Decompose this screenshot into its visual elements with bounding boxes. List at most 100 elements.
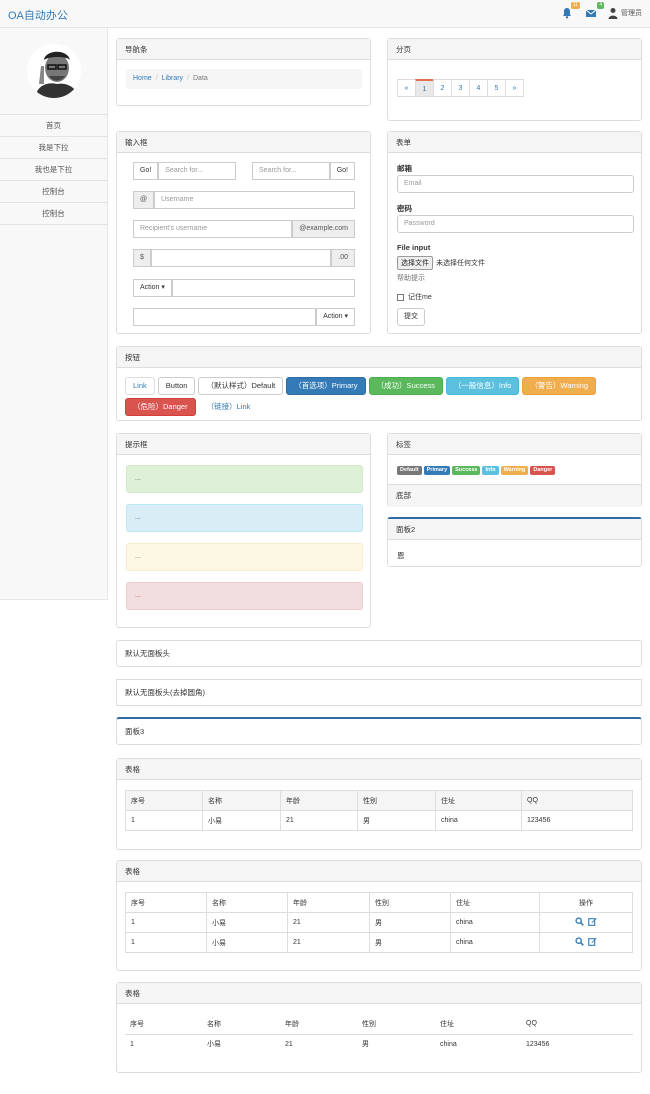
search-icon[interactable]: [575, 937, 584, 946]
button-row: Link Button （默认样式）Default （首选项）Primary （…: [125, 377, 625, 416]
breadcrumb-library[interactable]: Library: [162, 75, 183, 82]
breadcrumb: Home / Library / Data: [126, 69, 362, 89]
info-button[interactable]: （一般信息）Info: [445, 377, 520, 395]
panel-title: 提示框: [117, 434, 370, 455]
breadcrumb-home[interactable]: Home: [133, 75, 152, 82]
primary-button[interactable]: （首选项）Primary: [286, 377, 366, 395]
action-group-right: Action ▾: [133, 308, 355, 326]
panel-title: 输入框: [117, 132, 370, 153]
sidebar-menu: 首页 我是下拉 我也是下拉 控制台 控制台: [0, 114, 107, 225]
link-style-button[interactable]: （链接）Link: [199, 398, 259, 416]
page-1[interactable]: 1: [415, 79, 434, 97]
search-input-left[interactable]: Search for...: [158, 162, 236, 180]
cell: china: [450, 912, 540, 933]
search-icon[interactable]: [575, 917, 584, 926]
link-button[interactable]: Link: [125, 377, 155, 395]
panel-footer: 底部: [388, 484, 641, 507]
table-header-row: 序号 名称 年龄 性别 住址 QQ: [125, 1014, 633, 1035]
panel-title: 按钮: [117, 347, 641, 368]
page-3[interactable]: 3: [451, 79, 470, 97]
panel-title: 表格: [117, 759, 641, 780]
cell: 123456: [521, 810, 633, 831]
breadcrumb-panel: 导航条 Home / Library / Data: [116, 38, 371, 106]
labels-panel: 标签 Default Primary Success Info Warning …: [387, 433, 642, 507]
sidebar-item-dropdown-1[interactable]: 我是下拉: [0, 137, 107, 159]
go-button-right[interactable]: Go!: [329, 162, 355, 180]
cell: 1: [125, 932, 207, 953]
cell: 1: [125, 912, 207, 933]
user-menu[interactable]: 管理员: [608, 7, 642, 19]
brand-logo[interactable]: OA自动办公: [8, 7, 68, 23]
success-button[interactable]: （成功）Success: [368, 377, 443, 395]
sidebar-item-dropdown-2[interactable]: 我也是下拉: [0, 159, 107, 181]
label-info: Info: [482, 466, 499, 475]
input-group-panel: 输入框 Go! Search for... Search for... Go! …: [116, 131, 371, 334]
page-next[interactable]: »: [505, 79, 524, 97]
default-button[interactable]: （默认样式）Default: [198, 377, 284, 395]
warning-button[interactable]: （警告）Warning: [522, 377, 597, 395]
bell-badge: 11: [570, 2, 580, 9]
search-input-right[interactable]: Search for...: [252, 162, 330, 180]
username-input[interactable]: Username: [154, 191, 355, 209]
edit-icon[interactable]: [588, 937, 597, 946]
email-label: 邮箱: [397, 164, 412, 173]
mail-icon[interactable]: 4: [584, 2, 604, 20]
remember-checkbox[interactable]: [397, 293, 404, 301]
table-header-row: 序号 名称 年龄 性别 住址 操作: [125, 892, 633, 913]
table-row: 1 小易 21 男 china: [125, 912, 633, 933]
pagination-panel: 分页 « 1 2 3 4 5 »: [387, 38, 642, 121]
password-field[interactable]: Password: [397, 215, 634, 233]
cell: 男: [369, 932, 451, 953]
pagination: « 1 2 3 4 5 »: [397, 79, 524, 97]
edit-icon[interactable]: [588, 917, 597, 926]
col-age: 年龄: [287, 892, 370, 913]
bell-icon[interactable]: 11: [560, 2, 580, 20]
remember-row: 记住me: [397, 292, 432, 302]
danger-button[interactable]: （危险）Danger: [125, 398, 196, 416]
panel-2-body: 恩: [397, 551, 405, 560]
plain-button[interactable]: Button: [157, 377, 196, 395]
cents-addon: .00: [331, 249, 355, 267]
remember-label: 记住me: [408, 294, 432, 301]
choose-file-button[interactable]: 选择文件: [397, 256, 433, 270]
breadcrumb-data: Data: [193, 75, 208, 82]
action-dropdown-left[interactable]: Action ▾: [133, 279, 172, 297]
col-name: 名称: [206, 892, 288, 913]
page-5[interactable]: 5: [487, 79, 506, 97]
amount-input[interactable]: [150, 249, 332, 267]
go-button-left[interactable]: Go!: [133, 162, 159, 180]
cell: 男: [362, 1041, 369, 1049]
sidebar-item-console-2[interactable]: 控制台: [0, 203, 107, 225]
cell: 21: [285, 1040, 293, 1048]
recipient-input[interactable]: Recipient's username: [133, 220, 293, 238]
label-row: Default Primary Success Info Warning Dan…: [397, 466, 556, 475]
sidebar-item-console-1[interactable]: 控制台: [0, 181, 107, 203]
panel-3: 面板3: [116, 717, 642, 745]
at-addon: @: [133, 191, 155, 209]
col-gender: 性别: [357, 790, 436, 811]
col-gender: 性别: [357, 1014, 435, 1035]
label-primary: Primary: [423, 466, 451, 475]
action-dropdown-right[interactable]: Action ▾: [316, 308, 355, 326]
col-address: 住址: [435, 1014, 521, 1035]
cell: 男: [357, 810, 436, 831]
submit-button[interactable]: 提交: [397, 308, 425, 326]
action-input-right[interactable]: [133, 308, 317, 326]
action-input-left[interactable]: [171, 279, 355, 297]
page-2[interactable]: 2: [433, 79, 452, 97]
col-gender: 性别: [369, 892, 451, 913]
page-4[interactable]: 4: [469, 79, 488, 97]
mail-badge: 4: [597, 2, 604, 9]
cell: china: [435, 810, 522, 831]
email-field[interactable]: Email: [397, 175, 634, 193]
avatar: [27, 44, 81, 98]
sidebar-item-home[interactable]: 首页: [0, 115, 107, 137]
col-age: 年龄: [280, 1014, 357, 1035]
search-group-left: Go! Search for...: [133, 162, 236, 180]
cell: china: [450, 932, 540, 953]
page-prev[interactable]: «: [397, 79, 416, 97]
action-group-left: Action ▾: [133, 279, 355, 297]
top-navbar: OA自动办公 11 4 管理员: [0, 0, 650, 28]
col-qq: QQ: [521, 1014, 633, 1035]
label-danger: Danger: [530, 466, 556, 475]
